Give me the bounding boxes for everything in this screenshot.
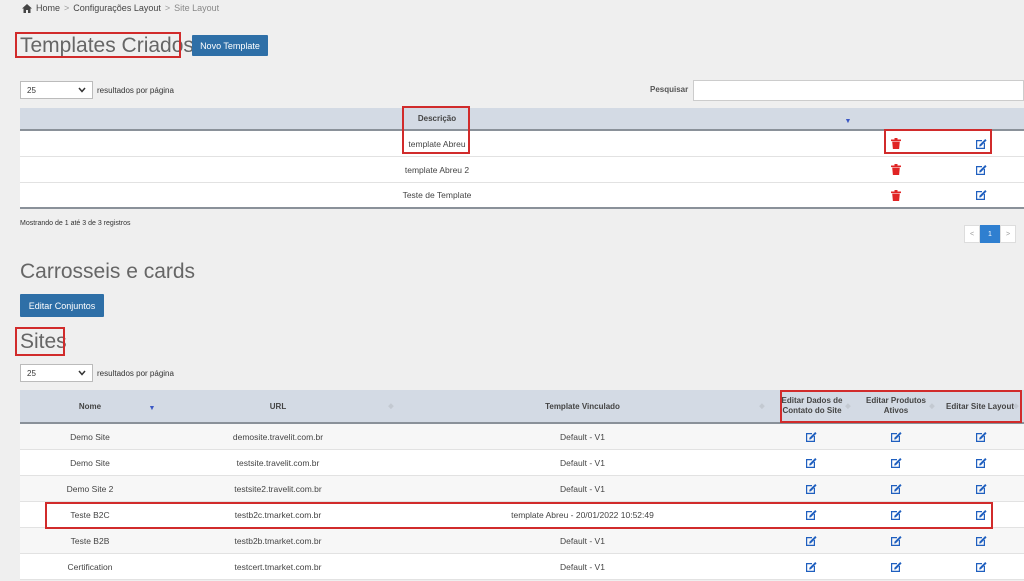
edit-products-icon[interactable]	[886, 554, 906, 579]
per-page-label: resultados por página	[97, 86, 174, 95]
edit-contact-icon[interactable]	[801, 528, 821, 553]
site-template: Default - V1	[560, 457, 605, 468]
pagination: < 1 >	[964, 225, 1016, 243]
page-size-select[interactable]: 25	[20, 364, 93, 382]
table-row: Teste de Template	[20, 183, 1024, 209]
highlight-box	[780, 390, 1022, 423]
edit-layout-icon[interactable]	[971, 528, 991, 553]
site-url: testsite2.travelit.com.br	[234, 483, 322, 494]
page-size-select[interactable]: 25	[20, 81, 93, 99]
chevron-down-icon	[78, 370, 86, 376]
highlight-box	[402, 106, 470, 154]
edit-icon[interactable]	[971, 183, 991, 207]
column-header-label: URL	[269, 401, 287, 411]
per-page-label: resultados por página	[97, 369, 174, 378]
edit-products-icon[interactable]	[886, 476, 906, 501]
sort-icon[interactable]: ◆	[383, 390, 399, 422]
site-url: testsite.travelit.com.br	[236, 457, 320, 468]
breadcrumb-separator: >	[164, 3, 171, 13]
pagination-page[interactable]: 1	[980, 225, 1000, 243]
site-url: testb2b.tmarket.com.br	[234, 535, 322, 546]
edit-contact-icon[interactable]	[801, 424, 821, 449]
chevron-down-icon	[78, 87, 86, 93]
trash-icon[interactable]	[886, 157, 906, 182]
edit-icon[interactable]	[971, 157, 991, 182]
carousels-title: Carrosseis e cards	[20, 260, 196, 283]
edit-layout-icon[interactable]	[971, 424, 991, 449]
page-size-value: 25	[27, 368, 36, 378]
pagination-next[interactable]: >	[1000, 225, 1016, 243]
sort-desc-icon[interactable]: ▼	[144, 394, 160, 422]
table-row: Demo Site testsite.travelit.com.br Default…	[20, 450, 1024, 476]
breadcrumb-home[interactable]: Home	[36, 3, 60, 13]
table-row: Certification testcert.tmarket.com.br Defa…	[20, 554, 1024, 580]
highlight-box	[45, 502, 993, 529]
template-description: Teste de Template	[402, 190, 472, 200]
column-header-url[interactable]: URL	[178, 390, 378, 422]
edit-contact-icon[interactable]	[801, 554, 821, 579]
column-header-nome[interactable]: Nome	[20, 390, 160, 422]
edit-layout-icon[interactable]	[971, 476, 991, 501]
highlight-box	[884, 129, 992, 154]
edit-products-icon[interactable]	[886, 450, 906, 475]
edit-layout-icon[interactable]	[971, 450, 991, 475]
edit-contact-icon[interactable]	[801, 476, 821, 501]
site-template: Default - V1	[560, 561, 605, 572]
trash-icon[interactable]	[886, 183, 906, 207]
page-size-value: 25	[27, 85, 36, 95]
home-icon[interactable]	[22, 3, 32, 13]
edit-products-icon[interactable]	[886, 528, 906, 553]
sort-icon[interactable]: ◆	[754, 390, 770, 422]
table-row: Demo Site 2 testsite2.travelit.com.br Defa…	[20, 476, 1024, 502]
pagination-prev[interactable]: <	[964, 225, 980, 243]
site-template: Default - V1	[560, 535, 605, 546]
sort-desc-icon[interactable]: ▼	[838, 114, 858, 129]
column-header-label: Nome	[78, 401, 102, 411]
column-header-template[interactable]: Template Vinculado	[400, 390, 765, 422]
new-template-button[interactable]: Novo Template	[192, 35, 268, 56]
template-description: template Abreu 2	[404, 164, 470, 175]
table-row: Teste B2B testb2b.tmarket.com.br Default -…	[20, 528, 1024, 554]
breadcrumb: Home > Configurações Layout > Site Layou…	[22, 3, 219, 13]
highlight-box	[15, 327, 65, 356]
table-row: template Abreu 2	[20, 157, 1024, 183]
site-url: testcert.tmarket.com.br	[234, 561, 322, 572]
site-name: Demo Site	[70, 457, 110, 468]
edit-products-icon[interactable]	[886, 424, 906, 449]
table-row: Demo Site demosite.travelit.com.br Default…	[20, 424, 1024, 450]
column-header-label: Template Vinculado	[545, 401, 620, 411]
table-row: template Abreu	[20, 131, 1024, 157]
highlight-box	[15, 32, 181, 58]
table-header: Descrição ▼	[20, 108, 1024, 131]
site-name: Demo Site	[70, 431, 110, 442]
site-name: Teste B2B	[70, 535, 110, 546]
breadcrumb-config[interactable]: Configurações Layout	[73, 3, 161, 13]
search-input[interactable]	[693, 80, 1024, 101]
site-url: demosite.travelit.com.br	[232, 431, 324, 442]
breadcrumb-separator: >	[64, 3, 70, 13]
search-label: Pesquisar	[650, 85, 689, 94]
site-template: Default - V1	[560, 483, 605, 494]
breadcrumb-current: Site Layout	[174, 3, 220, 13]
edit-sets-button[interactable]: Editar Conjuntos	[20, 294, 104, 317]
edit-layout-icon[interactable]	[971, 554, 991, 579]
table-info: Mostrando de 1 até 3 de 3 registros	[20, 220, 131, 227]
edit-contact-icon[interactable]	[801, 450, 821, 475]
site-name: Certification	[67, 561, 113, 572]
templates-table: Descrição ▼ template Abreu template Abre…	[20, 108, 1024, 209]
site-name: Demo Site 2	[66, 483, 114, 494]
site-template: Default - V1	[560, 431, 605, 442]
